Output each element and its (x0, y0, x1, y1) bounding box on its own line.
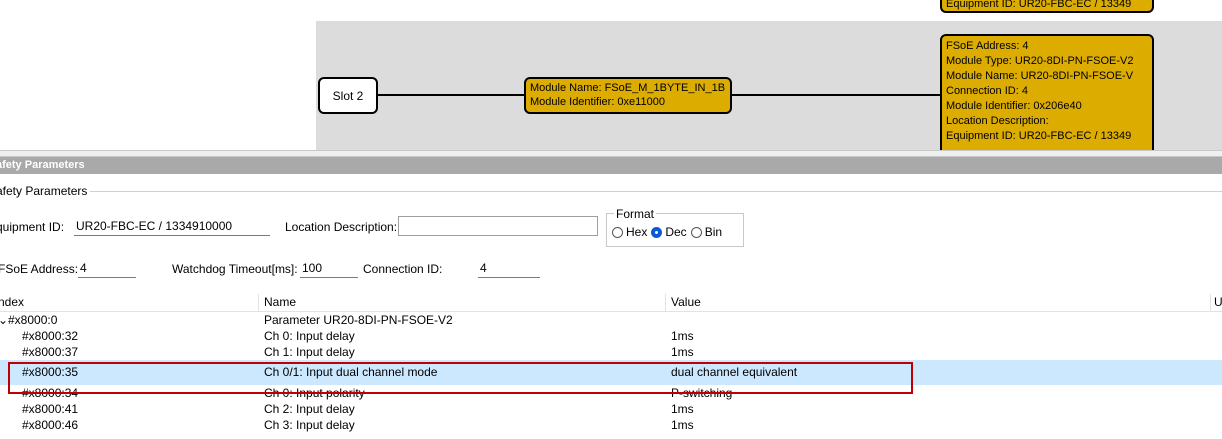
slot-module-connector (378, 94, 524, 96)
row-name: Ch 2: Input delay (264, 402, 355, 416)
device-node[interactable]: FSoE Address: 4 Module Type: UR20-8DI-PN… (940, 34, 1154, 150)
column-separator[interactable] (258, 294, 259, 311)
device-line: Module Type: UR20-8DI-PN-FSOE-V2 (946, 55, 1134, 67)
panel-title: afety Parameters (0, 157, 1222, 174)
equipment-node-top[interactable]: Equipment ID: UR20-FBC-EC / 13349 (940, 0, 1154, 13)
panel-splitter[interactable] (0, 150, 1222, 157)
table-row[interactable]: ⌄ #x8000:0 Parameter UR20-8DI-PN-FSOE-V2 (0, 312, 1222, 328)
connection-id-input[interactable] (478, 258, 540, 278)
row-value: 1ms (671, 345, 694, 359)
column-header-unit[interactable]: U (1214, 295, 1222, 309)
device-line: Location Description: (946, 115, 1049, 127)
format-title: Format (614, 207, 657, 221)
table-row[interactable]: #x8000:46 Ch 3: Input delay 1ms (0, 417, 1222, 433)
device-line: Module Name: UR20-8DI-PN-FSOE-V (946, 70, 1134, 82)
table-row[interactable]: #x8000:37 Ch 1: Input delay 1ms (0, 344, 1222, 360)
dec-label: Dec (665, 225, 687, 239)
row-index: #x8000:46 (22, 418, 79, 432)
format-radio-row: Hex Dec Bin (612, 225, 726, 239)
row-index: #x8000:37 (22, 345, 79, 359)
table-row[interactable]: #x8000:32 Ch 0: Input delay 1ms (0, 328, 1222, 344)
location-description-input[interactable] (398, 216, 598, 236)
module-device-connector (732, 94, 940, 96)
dec-radio[interactable] (651, 226, 663, 238)
slot-node[interactable]: Slot 2 (318, 77, 378, 114)
row-name: Ch 1: Input delay (264, 345, 355, 359)
row-value: 1ms (671, 329, 694, 343)
device-line: Module Identifier: 0x206e40 (946, 100, 1082, 112)
device-line: FSoE Address: 4 (946, 40, 1029, 52)
row-index: #x8000:32 (22, 329, 79, 343)
topology-diagram: Equipment ID: UR20-FBC-EC / 13349 Slot 2… (0, 0, 1222, 150)
hex-radio[interactable] (612, 226, 623, 238)
table-header: ndex Name Value U (0, 294, 1222, 312)
group-divider (90, 191, 1222, 192)
device-line: Connection ID: 4 (946, 85, 1028, 97)
watchdog-timeout-label: Watchdog Timeout[ms]: (172, 262, 298, 276)
bin-radio[interactable] (690, 226, 702, 238)
module-node[interactable]: Module Name: FSoE_M_1BYTE_IN_1B Module I… (524, 77, 732, 114)
fsoe-address-input[interactable] (78, 258, 136, 278)
device-line: Equipment ID: UR20-FBC-EC / 13349 (946, 130, 1132, 142)
row-value: 1ms (671, 418, 694, 432)
column-header-name[interactable]: Name (264, 295, 296, 309)
watchdog-timeout-input[interactable] (300, 258, 358, 278)
slot-label: Slot 2 (332, 88, 364, 103)
bin-label: Bin (704, 225, 723, 239)
column-separator[interactable] (665, 294, 666, 311)
group-label: afety Parameters (0, 184, 88, 198)
highlight-annotation-box (8, 362, 913, 394)
connection-id-label: Connection ID: (363, 262, 443, 276)
row-index: #x8000:0 (8, 313, 58, 327)
equipment-id-input[interactable] (74, 216, 270, 236)
module-identifier-line: Module Identifier: 0xe11000 (530, 96, 665, 108)
row-name: Ch 3: Input delay (264, 418, 355, 432)
column-header-value[interactable]: Value (671, 295, 701, 309)
row-name: Parameter UR20-8DI-PN-FSOE-V2 (264, 313, 453, 327)
column-separator[interactable] (1210, 294, 1211, 311)
row-index: #x8000:41 (22, 402, 79, 416)
table-row[interactable]: #x8000:41 Ch 2: Input delay 1ms (0, 401, 1222, 417)
equipment-node-top-text: Equipment ID: UR20-FBC-EC / 13349 (946, 0, 1132, 10)
row-value: 1ms (671, 402, 694, 416)
hex-label: Hex (626, 225, 648, 239)
column-header-index[interactable]: ndex (0, 295, 24, 309)
row-name: Ch 0: Input delay (264, 329, 355, 343)
expand-chevron-icon[interactable]: ⌄ (0, 312, 8, 328)
safety-parameters-panel: afety Parameters afety Parameters quipme… (0, 157, 1222, 439)
equipment-id-label: quipment ID: (0, 220, 65, 234)
fsoe-address-label: FSoE Address: (0, 262, 79, 276)
module-name-line: Module Name: FSoE_M_1BYTE_IN_1B (530, 82, 726, 94)
location-description-label: Location Description: (285, 220, 398, 234)
